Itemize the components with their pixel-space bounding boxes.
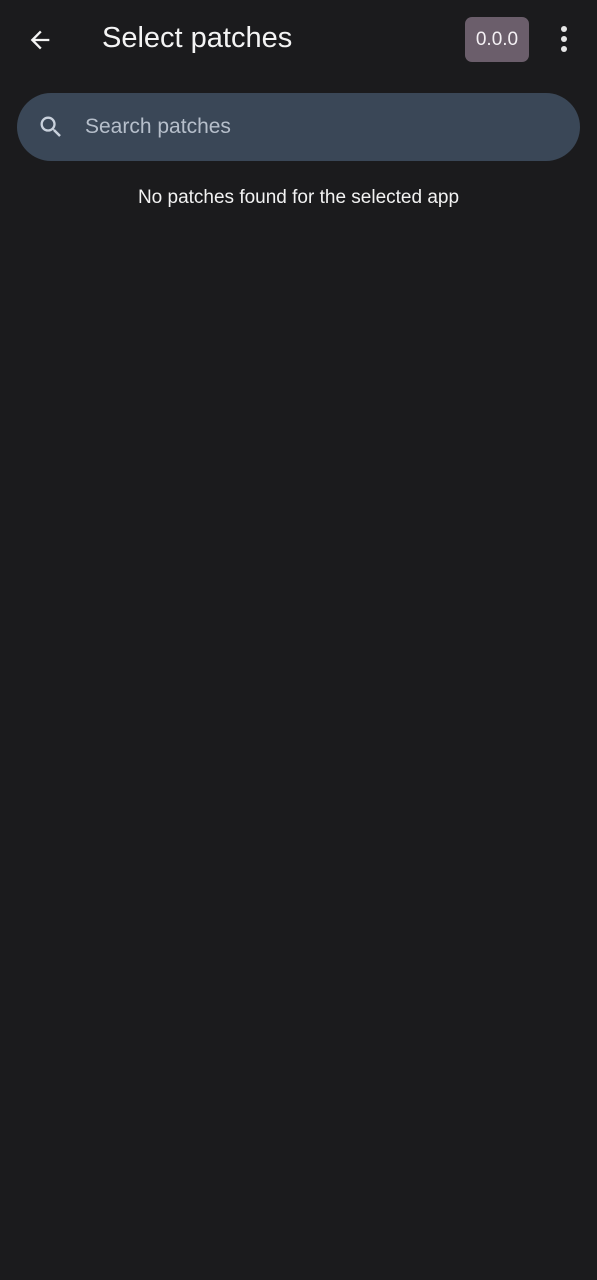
more-vert-icon: [561, 26, 567, 52]
select-patches-screen: Select patches 0.0.0 No patches found fo…: [0, 0, 597, 1280]
arrow-back-icon: [30, 30, 50, 50]
version-button[interactable]: 0.0.0: [465, 17, 529, 62]
search-bar[interactable]: [17, 93, 580, 161]
search-input[interactable]: [85, 93, 555, 161]
back-button[interactable]: [14, 14, 66, 66]
empty-state-message: No patches found for the selected app: [137, 187, 460, 208]
more-options-button[interactable]: [543, 16, 585, 62]
version-label: 0.0.0: [475, 28, 519, 50]
top-app-bar: Select patches 0.0.0: [0, 0, 597, 78]
page-title: Select patches: [102, 22, 293, 54]
search-icon: [37, 113, 65, 141]
